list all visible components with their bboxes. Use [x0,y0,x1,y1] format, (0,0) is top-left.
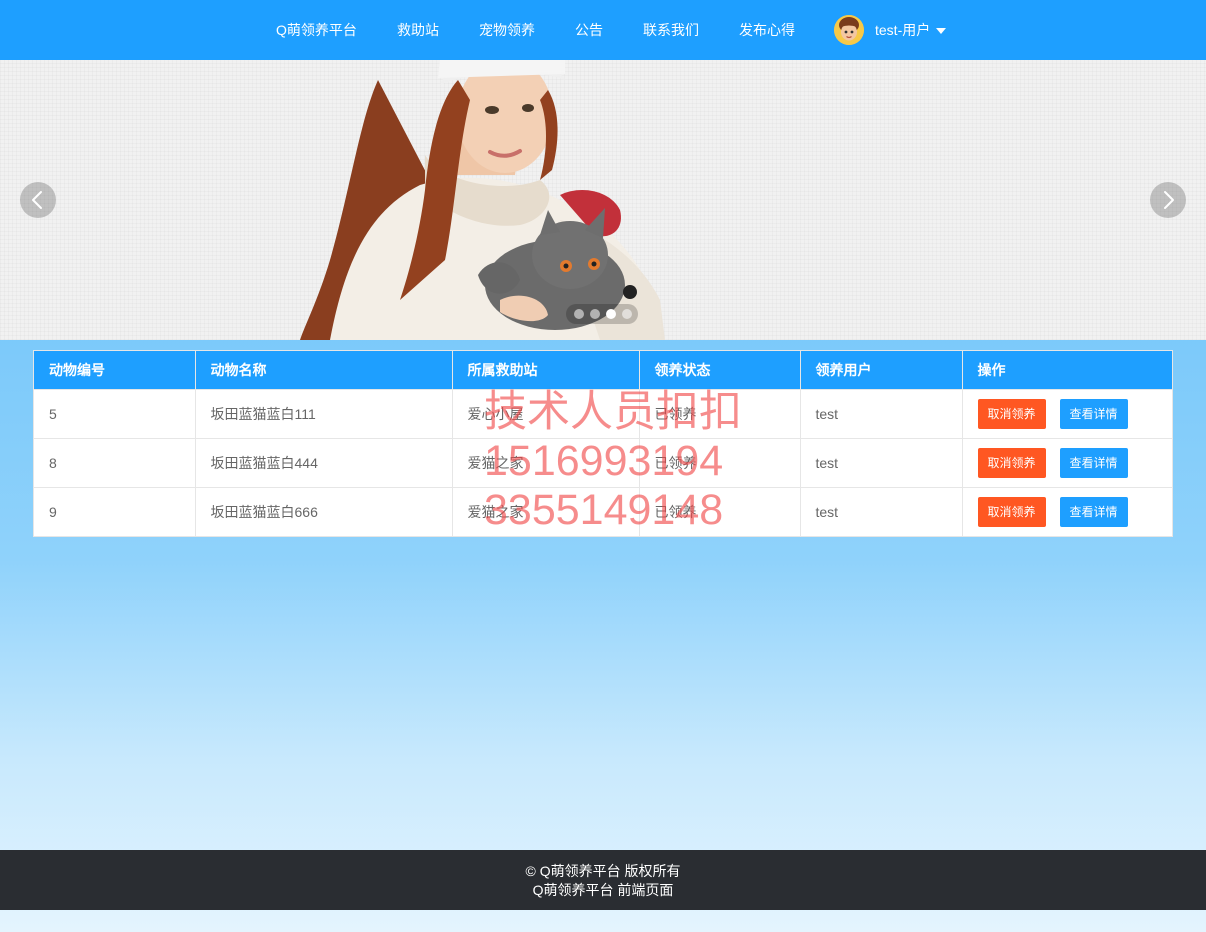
table-header-row: 动物编号 动物名称 所属救助站 领养状态 领养用户 操作 [34,351,1172,389]
column-header-animal-id: 动物编号 [34,351,196,389]
cell-adoption-status: 已领养 [639,486,801,536]
cell-rescue-station: 爱猫之家 [452,437,640,487]
cancel-adoption-button[interactable]: 取消领养 [977,496,1046,527]
footer-subtitle: Q萌领养平台 前端页面 [532,882,674,898]
view-details-button[interactable]: 查看详情 [1059,496,1128,527]
cell-adoption-status: 已领养 [639,388,801,438]
cell-adopter: test [800,486,963,536]
cell-animal-name: 坂田蓝猫蓝白666 [195,486,453,536]
user-name: test-用户 [875,22,931,38]
chevron-left-icon [32,191,42,209]
nav-item-home[interactable]: Q萌领养平台 [276,0,357,60]
cell-animal-id: 8 [34,437,196,487]
table-row: 9 坂田蓝猫蓝白666 爱猫之家 已领养 test 取消领养 查看详情 [34,486,1172,536]
cell-actions: 取消领养 查看详情 [962,437,1172,487]
cell-adopter: test [800,437,963,487]
column-header-animal-name: 动物名称 [195,351,453,389]
nav-item-pet-adoption[interactable]: 宠物领养 [479,0,535,60]
cancel-adoption-button[interactable]: 取消领养 [977,447,1046,478]
table-row: 8 坂田蓝猫蓝白444 爱猫之家 已领养 test 取消领养 查看详情 [34,437,1172,487]
avatar [834,15,864,45]
cell-animal-name: 坂田蓝猫蓝白111 [195,388,453,438]
nav-item-announcement[interactable]: 公告 [575,0,603,60]
cell-actions: 取消领养 查看详情 [962,486,1172,536]
nav-item-rescue-station[interactable]: 救助站 [397,0,439,60]
nav-item-contact-us[interactable]: 联系我们 [643,0,699,60]
banner-image [300,60,665,340]
carousel-prev-button[interactable] [20,182,56,218]
top-nav: Q萌领养平台 救助站 宠物领养 公告 联系我们 发布心得 test-用户 [0,0,1206,60]
cancel-adoption-button[interactable]: 取消领养 [977,398,1046,429]
cell-rescue-station: 爱猫之家 [452,486,640,536]
carousel-dot-2[interactable] [590,309,600,319]
user-menu[interactable]: test-用户 [834,15,947,45]
carousel-dot-3[interactable] [606,309,616,319]
column-header-actions: 操作 [962,351,1172,389]
banner-carousel [0,60,1206,340]
cell-actions: 取消领养 查看详情 [962,388,1172,438]
cell-animal-id: 9 [34,486,196,536]
column-header-adopter: 领养用户 [800,351,963,389]
view-details-button[interactable]: 查看详情 [1059,447,1128,478]
footer-copyright: © Q萌领养平台 版权所有 [525,863,681,879]
adoption-table: 动物编号 动物名称 所属救助站 领养状态 领养用户 操作 5 坂田蓝猫蓝白111… [33,350,1173,537]
page-footer: © Q萌领养平台 版权所有 Q萌领养平台 前端页面 [0,850,1206,910]
chevron-right-icon [1164,191,1174,209]
column-header-adoption-status: 领养状态 [639,351,801,389]
cell-adopter: test [800,388,963,438]
cell-rescue-station: 爱心小屋 [452,388,640,438]
carousel-dot-4[interactable] [622,309,632,319]
table-row: 5 坂田蓝猫蓝白111 爱心小屋 已领养 test 取消领养 查看详情 [34,388,1172,438]
column-header-rescue-station: 所属救助站 [452,351,640,389]
caret-down-icon [936,28,947,34]
carousel-next-button[interactable] [1150,182,1186,218]
carousel-dot-1[interactable] [574,309,584,319]
cell-animal-id: 5 [34,388,196,438]
carousel-indicators [566,304,638,324]
nav-item-post-experience[interactable]: 发布心得 [739,0,795,60]
cell-adoption-status: 已领养 [639,437,801,487]
view-details-button[interactable]: 查看详情 [1059,398,1128,429]
cell-animal-name: 坂田蓝猫蓝白444 [195,437,453,487]
